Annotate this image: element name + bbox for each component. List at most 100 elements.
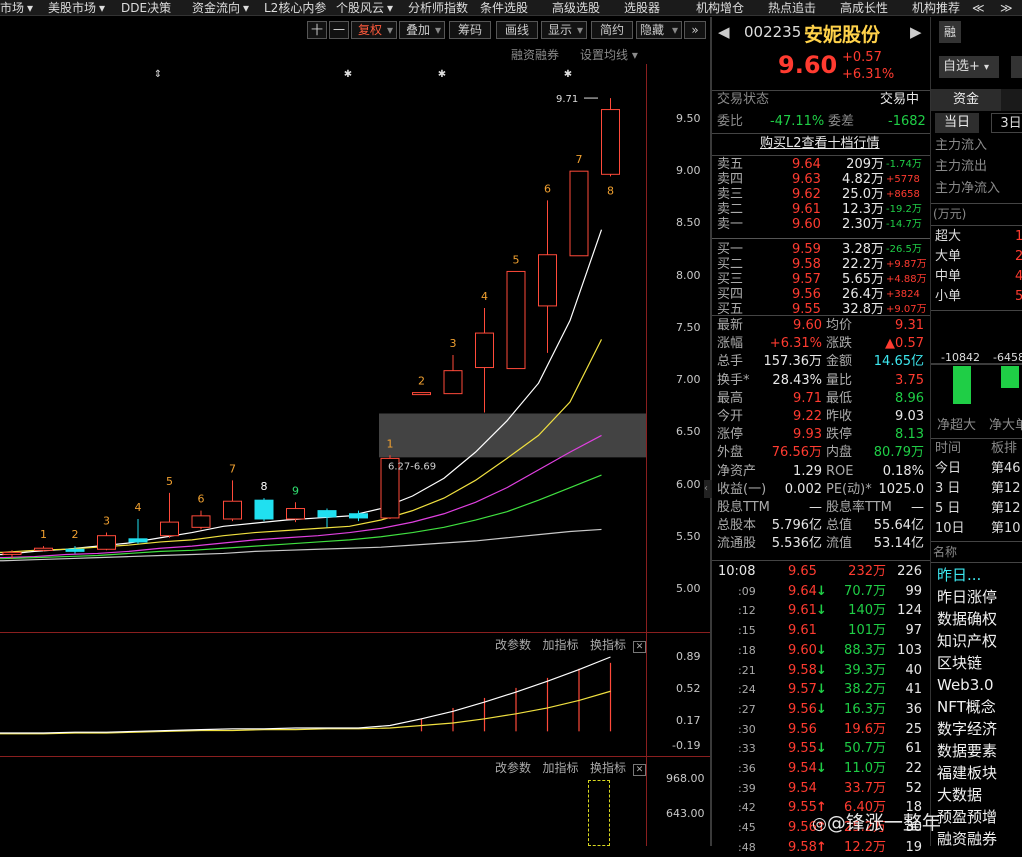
menu-item-hot[interactable]: 热点追击 bbox=[768, 0, 816, 16]
chart-toolbar: 十 一 复权 ▾ 叠加 ▾ 筹码 画线 显示 ▾ 简约 隐藏 ▾ » bbox=[0, 17, 710, 43]
level-volume: 25.0万 bbox=[842, 187, 884, 202]
menu-item-dde[interactable]: DDE决策 bbox=[121, 0, 171, 16]
candle-body bbox=[506, 270, 526, 370]
bid-row[interactable]: 买一 9.59 3.28万 -26.5万 bbox=[712, 242, 930, 257]
vol-tick: 643.00 bbox=[666, 807, 705, 820]
tab-today[interactable]: 当日 bbox=[935, 113, 979, 133]
more-button[interactable] bbox=[1011, 56, 1022, 78]
margin-trading-label[interactable]: 融资融券 bbox=[511, 46, 559, 63]
menu-expand-icon[interactable]: ≫ bbox=[1000, 0, 1013, 16]
tick-volume: 50.7万 bbox=[844, 741, 886, 757]
tick-price: 9.60 bbox=[788, 642, 817, 658]
stock-code: 002235 bbox=[744, 23, 802, 41]
level-label: 卖一 bbox=[717, 217, 744, 232]
stat-value: 157.36万 bbox=[763, 354, 823, 370]
menu-item-recommend[interactable]: 机构推荐 bbox=[912, 0, 960, 16]
concept-item[interactable]: 数字经济 bbox=[937, 718, 1022, 740]
fuquan-dropdown[interactable]: 复权 ▾ bbox=[351, 21, 397, 39]
chips-button[interactable]: 筹码 bbox=[449, 21, 491, 39]
expand-panel-icon[interactable]: » bbox=[684, 21, 706, 39]
level-price: 9.59 bbox=[792, 242, 821, 257]
size-label: 小单 bbox=[935, 289, 962, 304]
set-ma-dropdown[interactable]: 设置均线 ▾ bbox=[580, 46, 638, 63]
concept-item[interactable]: 融资融券 bbox=[937, 828, 1022, 846]
bid-row[interactable]: 买二 9.58 22.2万 +9.87万 bbox=[712, 257, 930, 272]
tick-time: :24 bbox=[738, 683, 756, 697]
macd-chart[interactable] bbox=[0, 633, 646, 756]
net-large-value: -6458 bbox=[993, 351, 1022, 364]
tick-time: :12 bbox=[738, 604, 756, 618]
concept-item[interactable]: 昨日... bbox=[937, 564, 1022, 586]
ask-row[interactable]: 卖三 9.62 25.0万 +8658 bbox=[712, 187, 930, 202]
concept-item[interactable]: 数据要素 bbox=[937, 740, 1022, 762]
add-watchlist-button[interactable]: 自选+ ▾ bbox=[939, 56, 999, 78]
tick-row: :18 9.60 ↓ 88.3万 103 bbox=[712, 641, 930, 660]
nine-turn-count-label: 2 bbox=[418, 375, 425, 388]
close-icon[interactable]: ✕ bbox=[632, 764, 647, 776]
simple-button[interactable]: 简约 bbox=[591, 21, 633, 39]
price-tick: 6.00 bbox=[676, 477, 701, 491]
nine-turn-count-label: 1 bbox=[387, 437, 394, 450]
rank-row: 10日 第10 bbox=[931, 519, 1022, 539]
prev-stock-icon[interactable]: ◀ bbox=[718, 23, 730, 41]
concept-item[interactable]: 大数据 bbox=[937, 784, 1022, 806]
menu-more-icon[interactable]: ≪ bbox=[972, 0, 985, 16]
event-marker-icon: ✱ bbox=[438, 69, 446, 80]
draw-line-button[interactable]: 画线 bbox=[496, 21, 538, 39]
ask-row[interactable]: 卖四 9.63 4.82万 +5778 bbox=[712, 172, 930, 187]
tick-time: :21 bbox=[738, 663, 756, 677]
menu-item-growth[interactable]: 高成长性 bbox=[840, 0, 888, 16]
tick-price: 9.56 bbox=[788, 701, 817, 717]
next-stock-icon[interactable]: ▶ bbox=[910, 23, 922, 41]
ask-row[interactable]: 卖一 9.60 2.30万 -14.7万 bbox=[712, 217, 930, 232]
concept-item[interactable]: 数据确权 bbox=[937, 608, 1022, 630]
menu-item-selector[interactable]: 选股器 bbox=[624, 0, 660, 16]
nine-turn-count-label: 4 bbox=[481, 290, 488, 303]
menu-item-stock-news[interactable]: 个股风云 bbox=[336, 0, 384, 16]
ask-row[interactable]: 卖二 9.61 12.3万 -19.2万 bbox=[712, 202, 930, 217]
rank-period: 今日 bbox=[935, 461, 962, 476]
trade-state-value: 交易中 bbox=[880, 92, 920, 107]
change-indicator-button[interactable]: 换指标 bbox=[590, 761, 626, 775]
concept-item[interactable]: 昨日涨停 bbox=[937, 586, 1022, 608]
concept-item[interactable]: 知识产权 bbox=[937, 630, 1022, 652]
concept-item[interactable]: 预盈预增 bbox=[937, 806, 1022, 828]
ask-row[interactable]: 卖五 9.64 209万 -1.74万 bbox=[712, 157, 930, 172]
zoom-out-button[interactable]: 一 bbox=[329, 21, 349, 39]
stat-label: 内盘 bbox=[826, 445, 853, 461]
concept-item[interactable]: Web3.0 bbox=[937, 674, 1022, 696]
add-indicator-button[interactable]: 加指标 bbox=[542, 761, 578, 775]
candlestick-chart[interactable]: ⇕ ✱ ✱ ✱ 1 2 3 4 5 6 7 8 9 1 2 3 4 5 6 7 8 9.71 6.27-6.69 bbox=[0, 64, 646, 632]
concept-item[interactable]: 区块链 bbox=[937, 652, 1022, 674]
menu-item-fund-flow[interactable]: 资金流向 bbox=[192, 0, 240, 16]
zoom-in-button[interactable]: 十 bbox=[307, 21, 327, 39]
stat-label: 总值 bbox=[826, 518, 853, 534]
hide-dropdown[interactable]: 隐藏 ▾ bbox=[636, 21, 682, 39]
chevron-down-icon: ▾ bbox=[628, 48, 638, 62]
weibo-icon: ◎ bbox=[812, 814, 827, 834]
display-dropdown[interactable]: 显示 ▾ bbox=[541, 21, 587, 39]
candle-body bbox=[223, 500, 242, 520]
bid-row[interactable]: 买三 9.57 5.65万 +4.88万 bbox=[712, 272, 930, 287]
buy-l2-link[interactable]: 购买L2查看十档行情 bbox=[760, 135, 880, 153]
bid-row[interactable]: 买四 9.56 26.4万 +3824 bbox=[712, 287, 930, 302]
tick-time: :42 bbox=[738, 801, 756, 815]
divider bbox=[712, 315, 930, 316]
rong-badge[interactable]: 融 bbox=[939, 21, 961, 43]
menu-item-l2[interactable]: L2核心内参 bbox=[264, 0, 326, 16]
level-volume: 22.2万 bbox=[842, 257, 884, 272]
tick-row: :33 9.55 ↓ 50.7万 61 bbox=[712, 739, 930, 758]
tick-row: :36 9.54 ↓ 11.0万 22 bbox=[712, 759, 930, 778]
edit-params-button[interactable]: 改参数 bbox=[495, 761, 531, 775]
overlay-dropdown[interactable]: 叠加 ▾ bbox=[399, 21, 445, 39]
concept-item[interactable]: 福建板块 bbox=[937, 762, 1022, 784]
menu-item-market[interactable]: 市场 bbox=[0, 0, 24, 16]
menu-item-advanced[interactable]: 高级选股 bbox=[552, 0, 600, 16]
concept-item[interactable]: NFT概念 bbox=[937, 696, 1022, 718]
tab-fund[interactable]: 资金 bbox=[931, 89, 1001, 111]
tab-3day[interactable]: 3日 bbox=[991, 113, 1022, 133]
menu-item-condition[interactable]: 条件选股 bbox=[480, 0, 528, 16]
menu-item-us-market[interactable]: 美股市场 bbox=[48, 0, 96, 16]
menu-item-inst-add[interactable]: 机构增仓 bbox=[696, 0, 744, 16]
menu-item-analyst[interactable]: 分析师指数 bbox=[408, 0, 468, 16]
